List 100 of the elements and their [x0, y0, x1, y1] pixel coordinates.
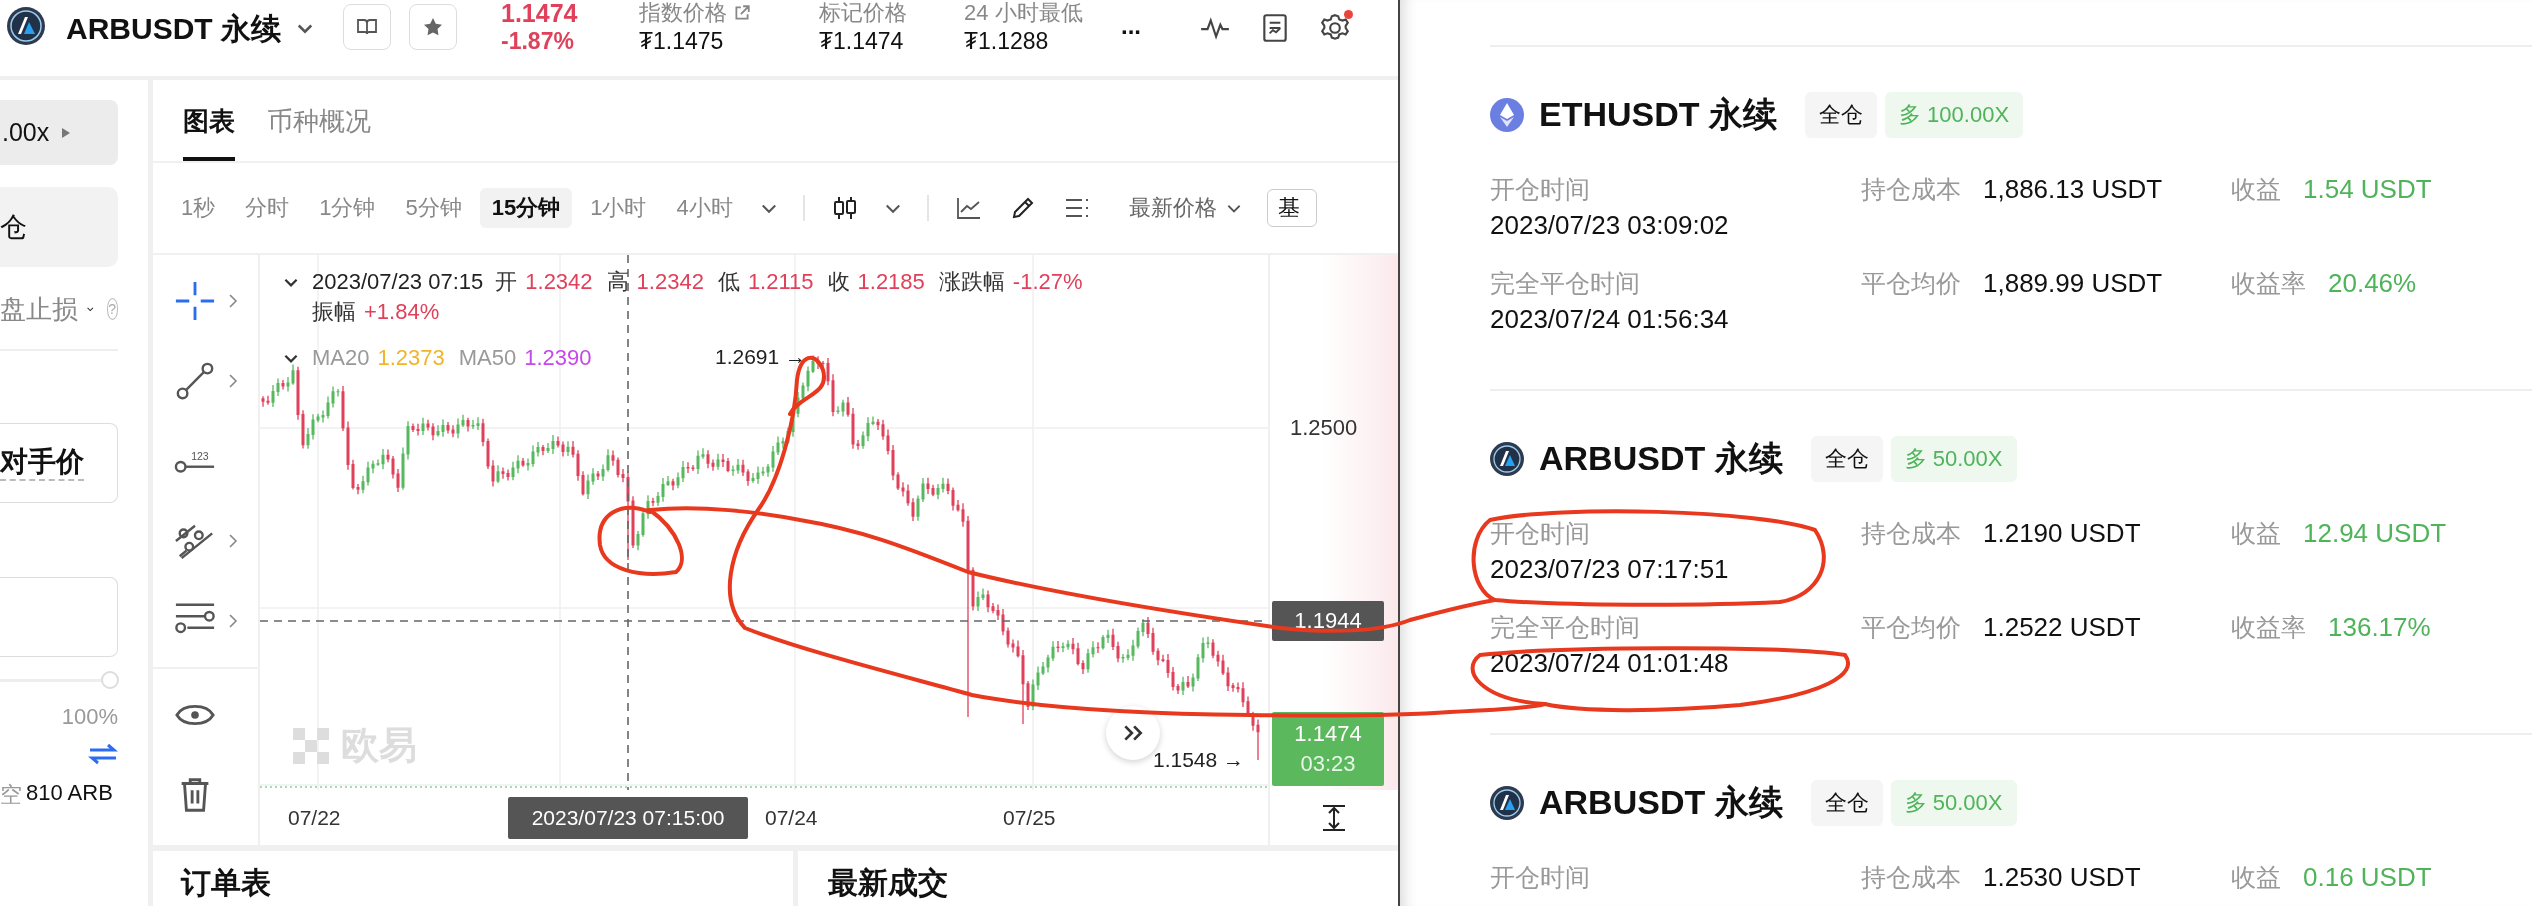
field-label: 开仓时间 — [1490, 518, 1591, 549]
order-book-heading[interactable]: 订单表 — [181, 866, 271, 899]
stat-label: 指数价格 — [639, 0, 727, 26]
interval-tab[interactable]: 15分钟 — [479, 188, 573, 228]
field-value: 136.17% — [2328, 611, 2431, 644]
margin-mode-button[interactable]: 仓 — [0, 187, 118, 267]
field-value: 0.16 USDT — [2303, 861, 2432, 894]
field-value: 2023/07/23 03:09:02 — [1490, 209, 1730, 242]
field-label: 平仓均价 — [1861, 612, 1961, 643]
field-value: 1,889.99 USDT — [1983, 267, 2163, 300]
chevron-right-icon[interactable] — [227, 293, 238, 309]
coin-icon — [6, 6, 46, 46]
coin-icon — [1490, 786, 1524, 820]
legend-value: 1.2342 — [636, 269, 704, 295]
more-button[interactable]: ... — [1121, 12, 1171, 40]
field-label: 持仓成本 — [1861, 862, 1961, 893]
slider-max-label: 100% — [60, 704, 118, 730]
field-value: 1.2530 USDT — [1983, 861, 2141, 894]
field-value: 2023/07/24 01:01:48 — [1490, 647, 1730, 680]
last-price: 1.1474 — [501, 0, 579, 26]
field-label: 收益率 — [2231, 612, 2306, 643]
legend-label: 低 — [717, 268, 740, 296]
margin-mode-tag: 全仓 — [1805, 92, 1877, 138]
external-link-icon[interactable] — [733, 4, 751, 22]
legend-value: 1.2373 — [377, 345, 445, 371]
countdown: 03:23 — [1300, 751, 1356, 777]
legend-value: 1.2390 — [524, 345, 592, 371]
stat-value: ₮1.1474 — [819, 27, 905, 56]
interval-tab[interactable]: 分时 — [233, 188, 302, 228]
price-axis-label: 1.2500 — [1290, 415, 1358, 441]
interval-tab[interactable]: 1小时 — [578, 188, 659, 228]
time-axis-label: 07/25 — [1003, 806, 1056, 830]
field-label: 收益 — [2231, 174, 2281, 205]
legend-value: 1.2115 — [747, 269, 814, 295]
stat-label: 24 小时最低 — [964, 0, 1083, 26]
field-label: 平仓均价 — [1861, 268, 1961, 299]
field-label: 收益 — [2231, 518, 2281, 549]
amount-field[interactable] — [0, 577, 118, 657]
swap-icon[interactable] — [88, 742, 118, 766]
side-leverage-tag: 多 100.00X — [1885, 92, 2024, 138]
latest-trades-heading[interactable]: 最新成交 — [828, 866, 948, 899]
favorite-button[interactable] — [409, 4, 457, 50]
legend-label: 振幅 — [312, 298, 356, 326]
legend-label: 涨跌幅 — [938, 268, 1005, 296]
chevron-right-icon[interactable] — [227, 613, 238, 629]
symbol-title[interactable]: ARBUSDT 永续 — [66, 9, 281, 50]
price-source-dropdown[interactable]: 最新价格 — [1128, 193, 1243, 223]
field-label: 开仓时间 — [1490, 174, 1591, 205]
stat-value: ₮1.1475 — [639, 27, 725, 56]
last-price-value: 1.1474 — [1294, 721, 1362, 747]
field-label: 完全平仓时间 — [1490, 612, 1641, 643]
chevron-right-icon[interactable] — [227, 533, 238, 549]
field-label: 收益 — [2231, 862, 2281, 893]
price-change: -1.87% — [501, 27, 575, 56]
legend-value: 1.2185 — [857, 269, 925, 295]
crosshair-icon[interactable] — [173, 280, 216, 322]
chart-tab[interactable]: 币种概况 — [267, 103, 371, 161]
caret-right-icon — [61, 126, 72, 139]
position-symbol: ARBUSDT 永续 — [1539, 782, 1783, 823]
field-value: 2023/07/24 01:56:34 — [1490, 303, 1730, 336]
margin-mode-tag: 全仓 — [1810, 780, 1883, 826]
legend-label: 开 — [495, 268, 518, 296]
interval-tab[interactable]: 1分钟 — [307, 188, 388, 228]
field-label: 开仓时间 — [1490, 862, 1591, 893]
legend-value: -1.27% — [1012, 269, 1083, 295]
leverage-button[interactable]: .00x — [0, 100, 118, 165]
available-value: 810 ARB — [26, 780, 113, 807]
field-value: 20.46% — [2328, 267, 2417, 300]
chevron-right-icon[interactable] — [227, 373, 238, 389]
field-label: 收益率 — [2231, 268, 2306, 299]
position-symbol: ETHUSDT 永续 — [1539, 94, 1777, 135]
field-value: 12.94 USDT — [2303, 517, 2447, 550]
interval-tab[interactable]: 1秒 — [169, 188, 228, 228]
coin-icon — [1490, 442, 1524, 476]
high-price-marker: 1.2691 → — [715, 345, 807, 369]
crosshair-time-label: 2023/07/23 07:15:00 — [508, 797, 748, 839]
interval-tab[interactable]: 5分钟 — [393, 188, 474, 228]
chart-tab[interactable]: 图表 — [183, 103, 235, 161]
side-leverage-tag: 多 50.00X — [1890, 780, 2017, 826]
amount-slider[interactable] — [0, 670, 118, 690]
field-value: 1.2190 USDT — [1983, 517, 2141, 550]
candle-time: 2023/07/23 07:15 — [312, 269, 484, 295]
field-label: 持仓成本 — [1861, 518, 1961, 549]
legend-label: MA20 — [312, 345, 370, 371]
side-leverage-tag: 多 50.00X — [1890, 436, 2017, 482]
field-value: 2023/07/23 07:17:51 — [1490, 553, 1730, 586]
time-axis-label: 07/22 — [288, 806, 341, 830]
position-symbol: ARBUSDT 永续 — [1539, 438, 1783, 479]
crosshair-price-label: 1.1944 — [1272, 601, 1384, 641]
legend-value: +1.84% — [364, 299, 440, 325]
book-button[interactable] — [343, 4, 391, 50]
tpsl-label[interactable]: 盘止损 — [0, 291, 78, 327]
basic-view-button[interactable]: 基 — [1266, 189, 1317, 227]
coin-icon — [1490, 98, 1524, 132]
interval-tab[interactable]: 4小时 — [664, 188, 745, 228]
field-value: 1.2522 USDT — [1983, 611, 2141, 644]
field-label: 完全平仓时间 — [1490, 268, 1641, 299]
price-type-field[interactable]: 对手价 — [0, 423, 118, 503]
time-axis-label: 07/24 — [765, 806, 818, 830]
margin-mode-tag: 全仓 — [1810, 436, 1883, 482]
